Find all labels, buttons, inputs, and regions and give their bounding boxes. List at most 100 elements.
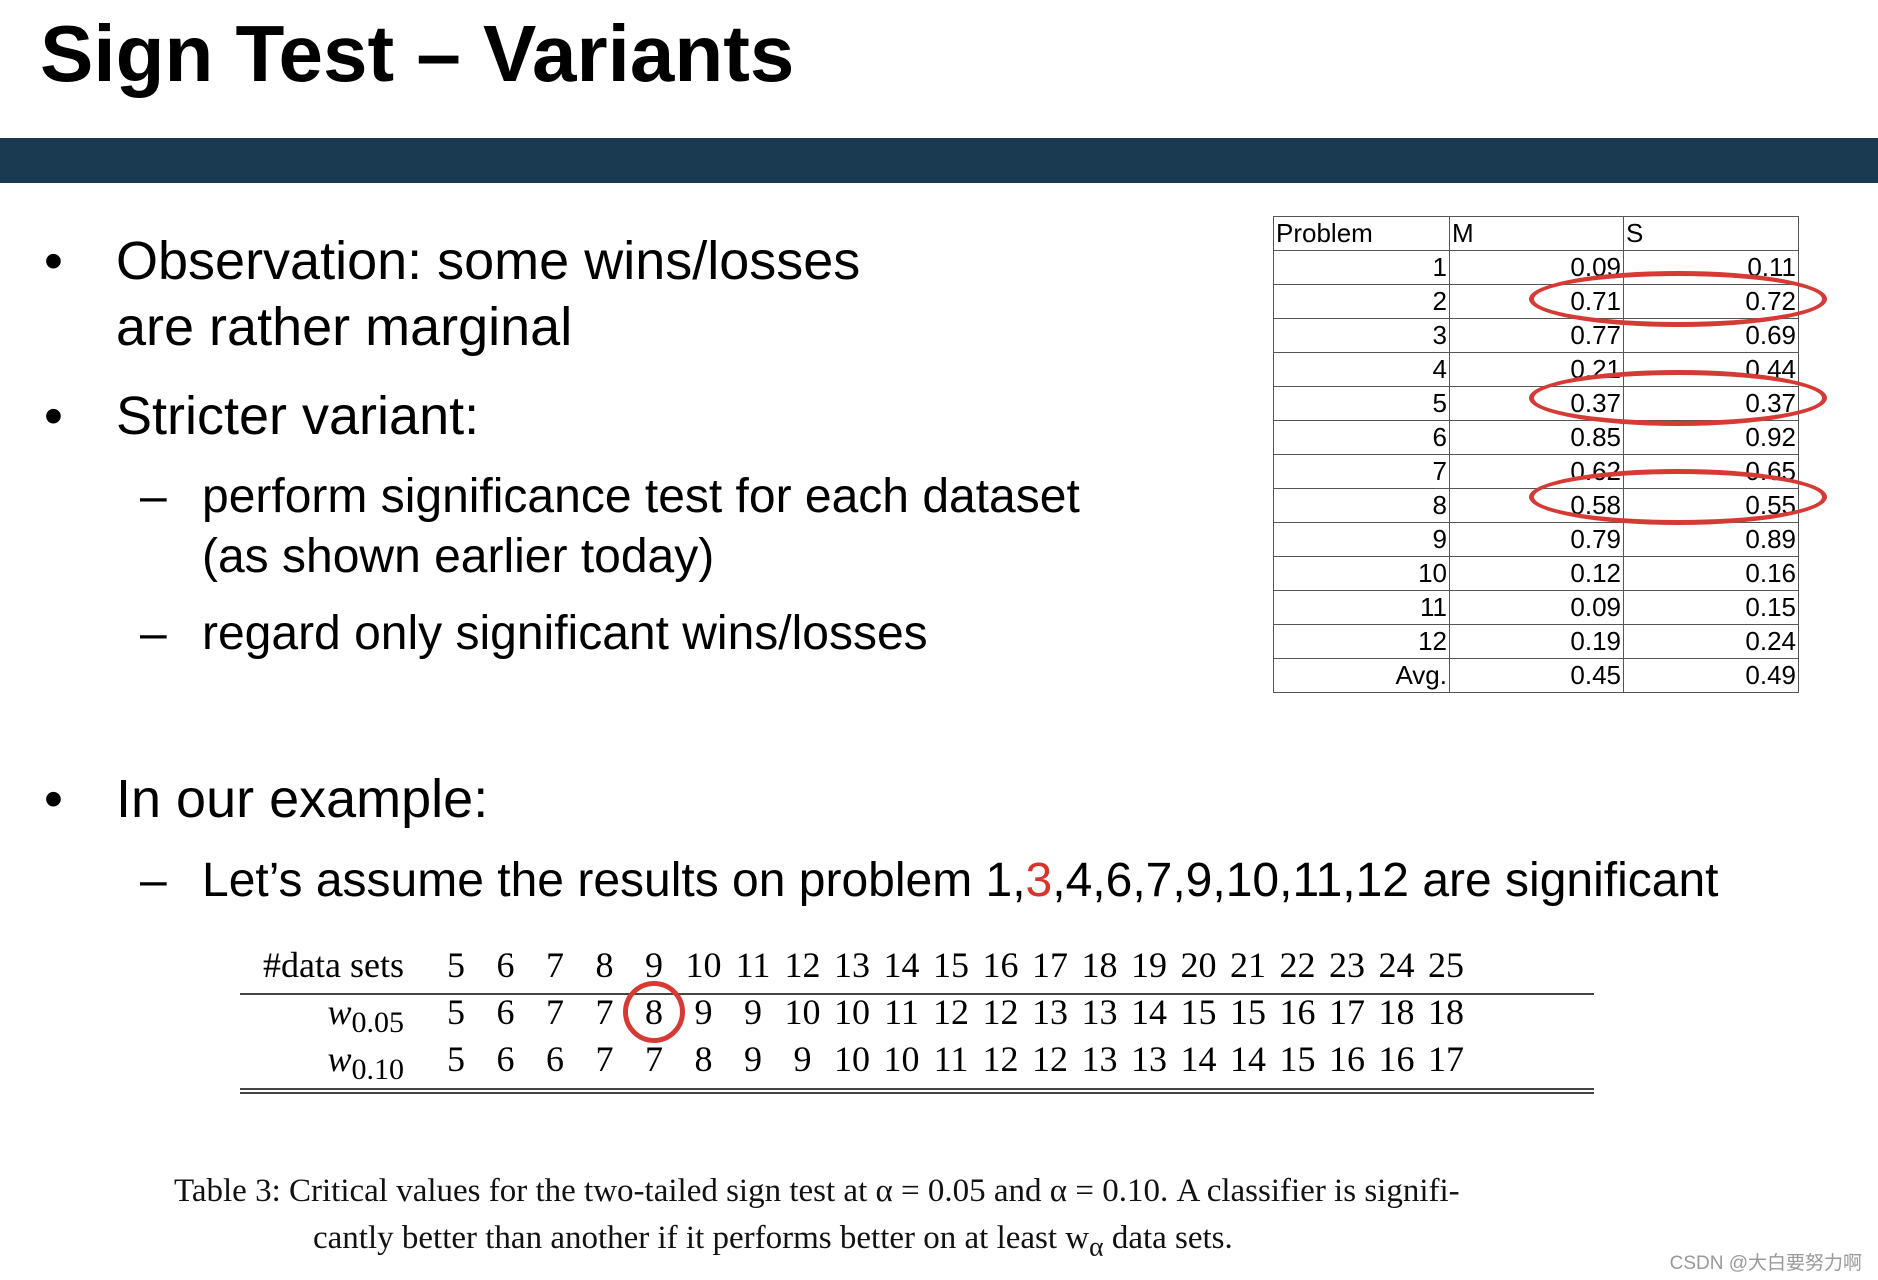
table-cell: 5 [1273, 386, 1450, 421]
table-cell: 0.16 [1623, 556, 1799, 591]
table-cell: 19 [1131, 945, 1167, 985]
table-cell: 8 [694, 1039, 713, 1079]
table-row: 10 0.12 0.16 [1273, 556, 1799, 591]
table-cell: 12 [1032, 1039, 1068, 1079]
highlighted-problem: 3 [1025, 854, 1053, 907]
table-cell: 13 [1081, 992, 1118, 1032]
row-label: w0.10 [327, 1038, 404, 1087]
table-cell: Avg. [1273, 658, 1450, 693]
table-cell: 9 [744, 992, 762, 1032]
table-cell: 7 [645, 1039, 663, 1079]
table-cell: 9 [744, 1039, 762, 1079]
table-cell: 14 [883, 945, 920, 985]
table-cell: 0.49 [1623, 658, 1799, 693]
table-cell: 6 [1273, 420, 1450, 455]
table-cell: 7 [1273, 454, 1450, 489]
table-cell: 11 [735, 945, 771, 985]
table-cell: 17 [1032, 945, 1068, 985]
caption-line-2-end: data sets. [1103, 1220, 1233, 1256]
highlight-ellipse [1529, 271, 1827, 327]
row-label-subscript: 0.10 [351, 1053, 405, 1087]
table-cell: 10 [883, 1039, 920, 1079]
highlight-ellipse [1529, 370, 1827, 426]
table-cell: 3 [1273, 318, 1450, 353]
table-cell: 0.89 [1623, 522, 1799, 557]
table-cell: 15 [933, 945, 969, 985]
table-cell: 0.79 [1449, 522, 1624, 557]
table-cell: 11 [933, 1039, 969, 1079]
table-row: 6 0.85 0.92 [1273, 420, 1799, 455]
table-cell: 18 [1378, 992, 1415, 1032]
dash-icon: – [140, 854, 167, 907]
table-cell: 10 [1273, 556, 1450, 591]
table-cell: 25 [1428, 945, 1464, 985]
critical-values-table: #data sets 5 6 7 8 9 10 11 12 13 14 15 16 17 18 19 20 21 2… [240, 940, 1594, 1094]
table-cell: 7 [595, 992, 614, 1032]
table-cell: 0.45 [1449, 658, 1624, 693]
table-cell: 0.24 [1623, 624, 1799, 659]
dash-icon: – [140, 470, 167, 523]
table-cell: 6 [546, 1039, 564, 1079]
caption-line-2: cantly better than another if it perform… [174, 1215, 1460, 1270]
watermark: CSDN @大白要努力啊 [1669, 1253, 1862, 1274]
table-cell: 15 [1230, 992, 1266, 1032]
table-cell: 0.09 [1449, 590, 1624, 625]
table-cell: 0.77 [1449, 318, 1624, 353]
caption-subscript: α [1089, 1230, 1104, 1262]
table-cell: 15 [1279, 1039, 1316, 1079]
table-cell: 16 [982, 945, 1019, 985]
table-row: w0.10 5 6 6 7 7 8 9 9 10 10 11 12 12 13 13 14 14 15 16 16 17 [240, 1034, 1594, 1086]
table-rule [240, 1092, 1594, 1094]
table-cell: 22 [1279, 945, 1316, 985]
table-row: 12 0.19 0.24 [1273, 624, 1799, 659]
table-cell: 4 [1273, 352, 1450, 387]
highlight-ellipse [1529, 469, 1827, 525]
table-cell: 5 [447, 945, 465, 985]
table-cell: 9 [694, 992, 713, 1032]
table-cell: 16 [1329, 1039, 1365, 1079]
bullet-icon: • [44, 769, 63, 829]
table-cell: 17 [1329, 992, 1365, 1032]
table-cell: 12 [784, 945, 821, 985]
table-row: 9 0.79 0.89 [1273, 522, 1799, 557]
table-cell: 12 [982, 1039, 1019, 1079]
table-cell: 6 [496, 992, 515, 1032]
table-cell: 14 [1230, 1039, 1266, 1079]
row-label-symbol: w [327, 1039, 352, 1079]
table-cell: 12 [1273, 624, 1450, 659]
table-cell: 7 [546, 945, 564, 985]
header-row: #data sets 5 6 7 8 9 10 11 12 13 14 15 16 17 18 19 20 21 2… [240, 940, 1594, 987]
bullet-1-line-1: Observation: some wins/losses [116, 231, 861, 291]
bullet-1-line-2: are rather marginal [116, 297, 573, 357]
table-cell: 10 [685, 945, 722, 985]
table-cell: M [1449, 216, 1624, 251]
bullet-icon: • [44, 386, 63, 446]
table-cell: 16 [1378, 1039, 1415, 1079]
table-cell: 13 [1081, 1039, 1118, 1079]
table-cell: 12 [933, 992, 969, 1032]
table-row: 11 0.09 0.15 [1273, 590, 1799, 625]
table-row: Avg. 0.45 0.49 [1273, 658, 1799, 693]
table-rule [240, 1088, 1594, 1090]
table-cell: 0.92 [1623, 420, 1799, 455]
table-cell: 0.12 [1449, 556, 1624, 591]
table-cell: Problem [1273, 216, 1450, 251]
table-cell: 0.85 [1449, 420, 1624, 455]
table-cell: 2 [1273, 284, 1450, 319]
title-band [0, 138, 1878, 183]
table-cell: 10 [784, 992, 821, 1032]
table-cell: 5 [447, 992, 465, 1032]
bullet-2-text: Stricter variant: [116, 386, 480, 446]
table-cell: 6 [496, 945, 515, 985]
bullet-icon: • [44, 231, 63, 291]
highlight-circle [623, 981, 685, 1043]
table-cell: 11 [884, 992, 919, 1032]
table-cell: 13 [1032, 992, 1068, 1032]
dash-icon: – [140, 607, 167, 660]
sub-3-suffix: ,4,6,7,9,10,11,12 are significant [1052, 854, 1719, 907]
row-label-symbol: w [327, 992, 352, 1032]
row-label: w0.05 [327, 991, 404, 1040]
table-cell: 17 [1428, 1039, 1464, 1079]
table-cell: 16 [1279, 992, 1316, 1032]
table-cell: 9 [793, 1039, 812, 1079]
